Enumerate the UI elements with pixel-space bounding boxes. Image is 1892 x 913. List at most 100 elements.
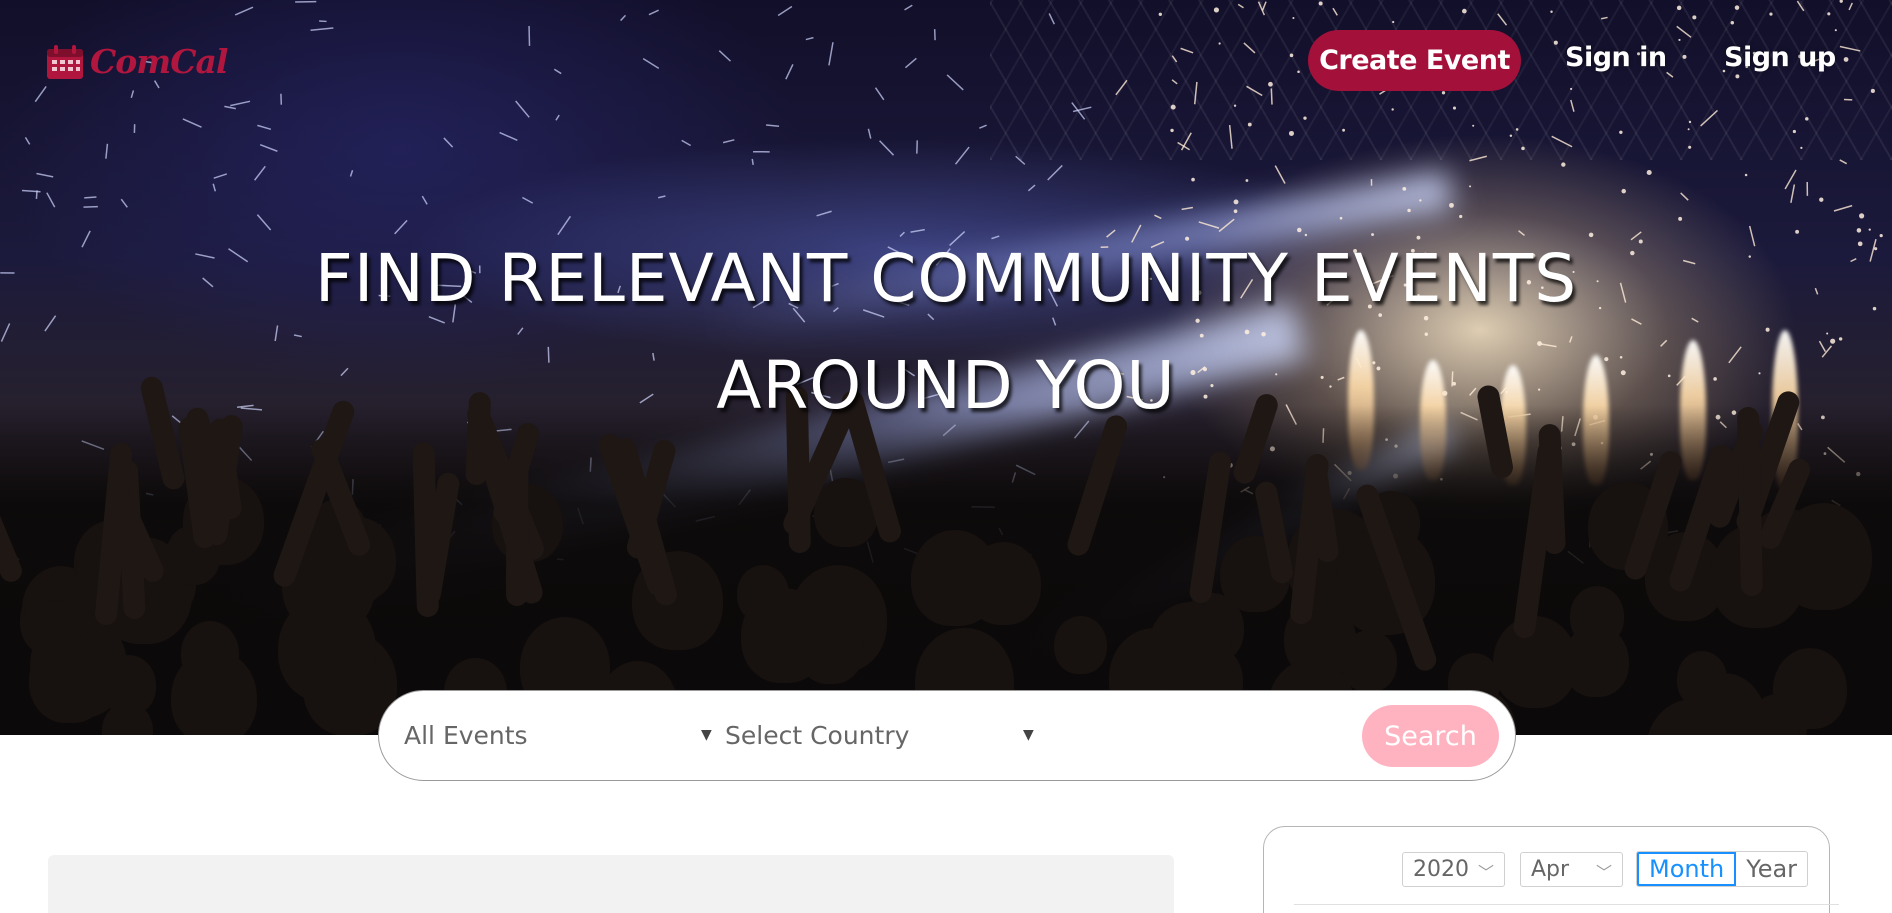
sign-up-link[interactable]: Sign up [1724, 42, 1836, 73]
confetti-piece [259, 143, 278, 152]
confetti-piece [1619, 130, 1623, 134]
confetti-piece [785, 64, 794, 80]
confetti-piece [1692, 15, 1697, 20]
confetti-piece [394, 219, 408, 235]
confetti-piece [1181, 206, 1194, 211]
confetti-piece [805, 36, 814, 41]
crowd-silhouette [0, 374, 1892, 735]
confetti-piece [224, 105, 236, 110]
confetti-piece [1868, 228, 1871, 231]
confetti-piece [234, 6, 254, 16]
chevron-down-icon[interactable]: ▼ [1023, 727, 1034, 743]
crowd-head [1341, 630, 1398, 693]
confetti-piece [1195, 318, 1200, 323]
confetti-piece [1270, 88, 1273, 105]
year-select[interactable]: 2020 ﹀ [1402, 852, 1505, 887]
create-event-button[interactable]: Create Event [1308, 30, 1521, 91]
confetti-piece [130, 90, 135, 99]
confetti-piece [1666, 71, 1674, 78]
confetti-piece [274, 325, 279, 342]
confetti-piece [1680, 192, 1689, 201]
confetti-piece [253, 165, 266, 181]
confetti-piece [1688, 145, 1692, 149]
confetti-piece [1332, 7, 1338, 16]
confetti-piece [36, 172, 54, 178]
confetti-piece [35, 190, 38, 200]
confetti-piece [1233, 199, 1239, 205]
confetti-piece [904, 4, 913, 11]
events-select[interactable]: All Events [404, 721, 528, 750]
confetti-piece [1509, 134, 1513, 138]
confetti-piece [34, 86, 47, 103]
confetti-piece [1833, 204, 1853, 212]
confetti-piece [1827, 12, 1831, 16]
confetti-piece [1550, 10, 1553, 14]
confetti-piece [522, 196, 534, 204]
confetti-piece [1795, 229, 1800, 234]
crowd-head [29, 634, 110, 724]
confetti-piece [1171, 55, 1178, 63]
confetti-piece [1158, 12, 1163, 16]
confetti-piece [46, 192, 56, 208]
events-list-panel [48, 855, 1174, 913]
confetti-piece [1048, 13, 1055, 25]
confetti-piece [1839, 159, 1848, 165]
confetti-piece [555, 114, 560, 121]
confetti-piece [1218, 218, 1235, 233]
confetti-piece [1297, 227, 1302, 233]
confetti-piece [1199, 333, 1204, 338]
sign-in-link[interactable]: Sign in [1565, 42, 1667, 73]
confetti-piece [1052, 317, 1057, 326]
confetti-piece [1848, 2, 1853, 11]
confetti-piece [979, 124, 987, 129]
confetti-piece [828, 42, 834, 66]
confetti-piece [1735, 74, 1740, 79]
confetti-piece [153, 80, 160, 89]
confetti-piece [1268, 81, 1273, 87]
confetti-piece [777, 5, 793, 17]
confetti-piece [1106, 229, 1116, 238]
confetti-piece [1027, 184, 1036, 192]
confetti-piece [954, 146, 970, 165]
confetti-piece [293, 334, 302, 338]
confetti-piece [1730, 20, 1735, 25]
confetti-piece [1734, 5, 1740, 10]
confetti-piece [24, 137, 31, 145]
country-select[interactable]: Select Country [725, 721, 909, 750]
confetti-piece [1402, 186, 1407, 191]
confetti-piece [648, 9, 659, 16]
confetti-piece [1469, 155, 1487, 162]
logo[interactable]: ComCal [46, 42, 228, 81]
crowd-head [180, 620, 239, 685]
confetti-piece [1261, 331, 1266, 337]
mode-month-button[interactable]: Month [1637, 852, 1737, 886]
mode-year-button[interactable]: Year [1736, 852, 1807, 886]
chevron-down-icon[interactable]: ▼ [701, 727, 712, 743]
confetti-piece [642, 58, 660, 69]
confetti-piece [349, 170, 354, 177]
hero-headline-line1: FIND RELEVANT COMMUNITY EVENTS [314, 240, 1578, 317]
search-button[interactable]: Search [1362, 705, 1499, 767]
confetti-piece [1631, 318, 1642, 325]
confetti-piece [816, 210, 832, 217]
confetti-piece [1261, 1, 1267, 11]
confetti-piece [1570, 87, 1573, 91]
confetti-piece [1115, 79, 1128, 96]
confetti-piece [1521, 146, 1525, 151]
month-select[interactable]: Apr ﹀ [1520, 852, 1623, 887]
confetti-piece [1800, 146, 1803, 150]
confetti-piece [1790, 184, 1796, 203]
confetti-piece [1244, 329, 1250, 335]
confetti-piece [766, 124, 780, 128]
confetti-piece [751, 158, 754, 165]
confetti-piece [1839, 45, 1861, 52]
confetti-piece [910, 228, 925, 233]
confetti-piece [874, 87, 885, 101]
confetti-piece [1193, 81, 1198, 105]
confetti-piece [1856, 228, 1862, 233]
confetti-piece [1472, 124, 1475, 127]
confetti-piece [1047, 164, 1063, 181]
confetti-piece [105, 143, 109, 159]
confetti-piece [120, 198, 128, 208]
confetti-piece [1170, 128, 1174, 133]
